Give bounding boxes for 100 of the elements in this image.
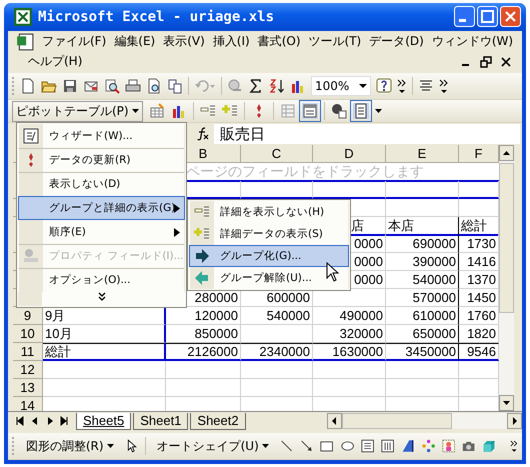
workbook-icon[interactable] [16, 32, 34, 51]
formula-field[interactable]: 販売日 [214, 124, 520, 144]
caret-icon [262, 444, 269, 448]
diagram-icon[interactable] [422, 438, 435, 454]
row-header[interactable]: 12 [13, 361, 43, 380]
field-info-icon[interactable] [330, 103, 347, 120]
clip-art-icon[interactable] [442, 438, 456, 454]
menu-item[interactable]: 詳細を表示しない(H) [189, 201, 349, 223]
left-arrow-icon [194, 270, 210, 286]
wordart-icon[interactable] [401, 438, 415, 454]
expand-icon[interactable] [96, 292, 106, 302]
bar-chart-icon[interactable] [170, 103, 187, 120]
row-header[interactable]: 11 [13, 343, 43, 362]
menu-item[interactable]: 挿入(I) [208, 33, 254, 50]
column-header[interactable]: D [313, 145, 386, 164]
table-cell: 490000 [313, 307, 386, 326]
caret-icon[interactable] [374, 109, 382, 114]
report-format-icon[interactable] [148, 103, 165, 120]
restore-icon[interactable] [480, 56, 492, 68]
overflow-icon[interactable] [439, 78, 449, 94]
cube-icon[interactable] [482, 438, 496, 454]
help-icon[interactable] [376, 78, 392, 94]
scroll-up-icon[interactable] [499, 145, 514, 162]
table-cell: 390000 [386, 253, 459, 272]
table-cell: 2126000 [166, 343, 241, 362]
menu-item[interactable]: ウィザード(W)... [18, 124, 185, 148]
function-icon[interactable] [196, 127, 210, 142]
menu-item[interactable]: グループ解除(U)... [189, 267, 349, 289]
menu-item[interactable]: ファイル(F) [38, 33, 110, 50]
field-list-icon[interactable] [352, 103, 369, 120]
overflow-icon[interactable] [397, 78, 407, 94]
sigma-icon[interactable] [248, 78, 264, 94]
row-header[interactable]: 14 [13, 397, 43, 412]
table-cell: 850000 [166, 325, 241, 344]
maximize-icon[interactable] [477, 6, 498, 28]
menu-item[interactable]: グループ化(G)... [189, 245, 349, 267]
window-title: Microsoft Excel - uriage.xls [38, 8, 274, 25]
row-header[interactable]: 10 [13, 325, 43, 344]
scroll-thumb[interactable] [342, 413, 452, 430]
menu-item[interactable]: 書式(O) [254, 33, 305, 50]
sheet-tab[interactable]: Sheet1 [133, 412, 188, 430]
menu-item[interactable]: オプション(O)... [18, 268, 185, 292]
table-cell: 2340000 [241, 343, 313, 362]
sheet-tab[interactable]: Sheet2 [190, 412, 246, 430]
menu-item[interactable]: ツール(T) [304, 33, 366, 50]
close-icon[interactable] [500, 56, 512, 68]
field-settings-icon [23, 248, 39, 264]
menu-item[interactable]: データの更新(R) [18, 148, 185, 172]
menu-item[interactable]: 詳細データの表示(S) [189, 223, 349, 245]
right-arrow-icon [194, 248, 210, 264]
scroll-right-icon[interactable] [507, 413, 522, 430]
table-cell: 10月 [43, 325, 166, 344]
column-header[interactable]: C [241, 145, 313, 164]
table-cell: 本店 [386, 217, 459, 236]
scroll-down-icon[interactable] [499, 395, 514, 412]
table-cell: 3450000 [386, 343, 459, 362]
table-cell: 540000 [386, 271, 459, 290]
table-cell: 540000 [241, 307, 313, 326]
table-cell: 610000 [386, 307, 459, 326]
zoom-dropdown[interactable]: 100% [311, 76, 371, 96]
menu-item[interactable]: ヘルプ(H) [10, 53, 86, 70]
magnifier-icon[interactable] [104, 78, 120, 94]
new-document-icon[interactable] [20, 78, 36, 94]
vertical-scrollbar[interactable] [499, 145, 514, 412]
scroll-left-icon[interactable] [327, 413, 342, 430]
printer-icon[interactable] [125, 78, 141, 94]
pivot-table-menu-button[interactable]: ピボットテーブル(P) [12, 100, 143, 122]
menu-item[interactable]: ウィンドウ(W) [428, 33, 518, 50]
row-header[interactable]: 13 [13, 379, 43, 398]
overflow-icon[interactable] [510, 438, 518, 454]
caret-icon[interactable] [359, 84, 367, 88]
menu-item[interactable]: 編集(E) [110, 33, 160, 50]
menu-item[interactable]: 表示しない(D) [18, 172, 185, 196]
row-header[interactable]: 9 [13, 307, 43, 326]
minimize-icon[interactable] [454, 6, 475, 28]
vertical-text-box-icon[interactable] [381, 438, 394, 454]
table-cell: 320000 [313, 325, 386, 344]
sort-icon[interactable] [269, 78, 285, 94]
caret-icon [106, 444, 114, 448]
column-header[interactable]: E [386, 145, 459, 164]
print-preview-icon[interactable] [146, 78, 162, 94]
mouse-pointer-icon [326, 262, 339, 282]
autoshapes-menu-button[interactable]: オートシェイプ(U) [152, 436, 273, 457]
field-settings-icon[interactable] [302, 103, 318, 120]
table-cell: 総計 [43, 343, 166, 362]
text-box-icon[interactable] [360, 438, 374, 454]
globe-link-icon[interactable] [227, 78, 243, 94]
table-cell [241, 379, 313, 398]
save-icon[interactable] [62, 78, 78, 94]
horizontal-scrollbar[interactable] [327, 413, 522, 430]
scroll-thumb[interactable] [499, 163, 514, 314]
menu-item[interactable]: 順序(E) [18, 220, 185, 244]
draw-menu-button[interactable]: 図形の調整(R) [22, 436, 118, 457]
menu-item[interactable]: 表示(V) [159, 33, 209, 50]
copy-icon[interactable] [167, 78, 183, 94]
sheet-tab[interactable]: Sheet5 [76, 412, 132, 430]
column-header[interactable]: F [459, 145, 499, 164]
table-cell [241, 361, 313, 380]
menu-item[interactable]: データ(D) [365, 33, 428, 50]
menu-item[interactable]: グループと詳細の表示(G) [18, 196, 185, 220]
